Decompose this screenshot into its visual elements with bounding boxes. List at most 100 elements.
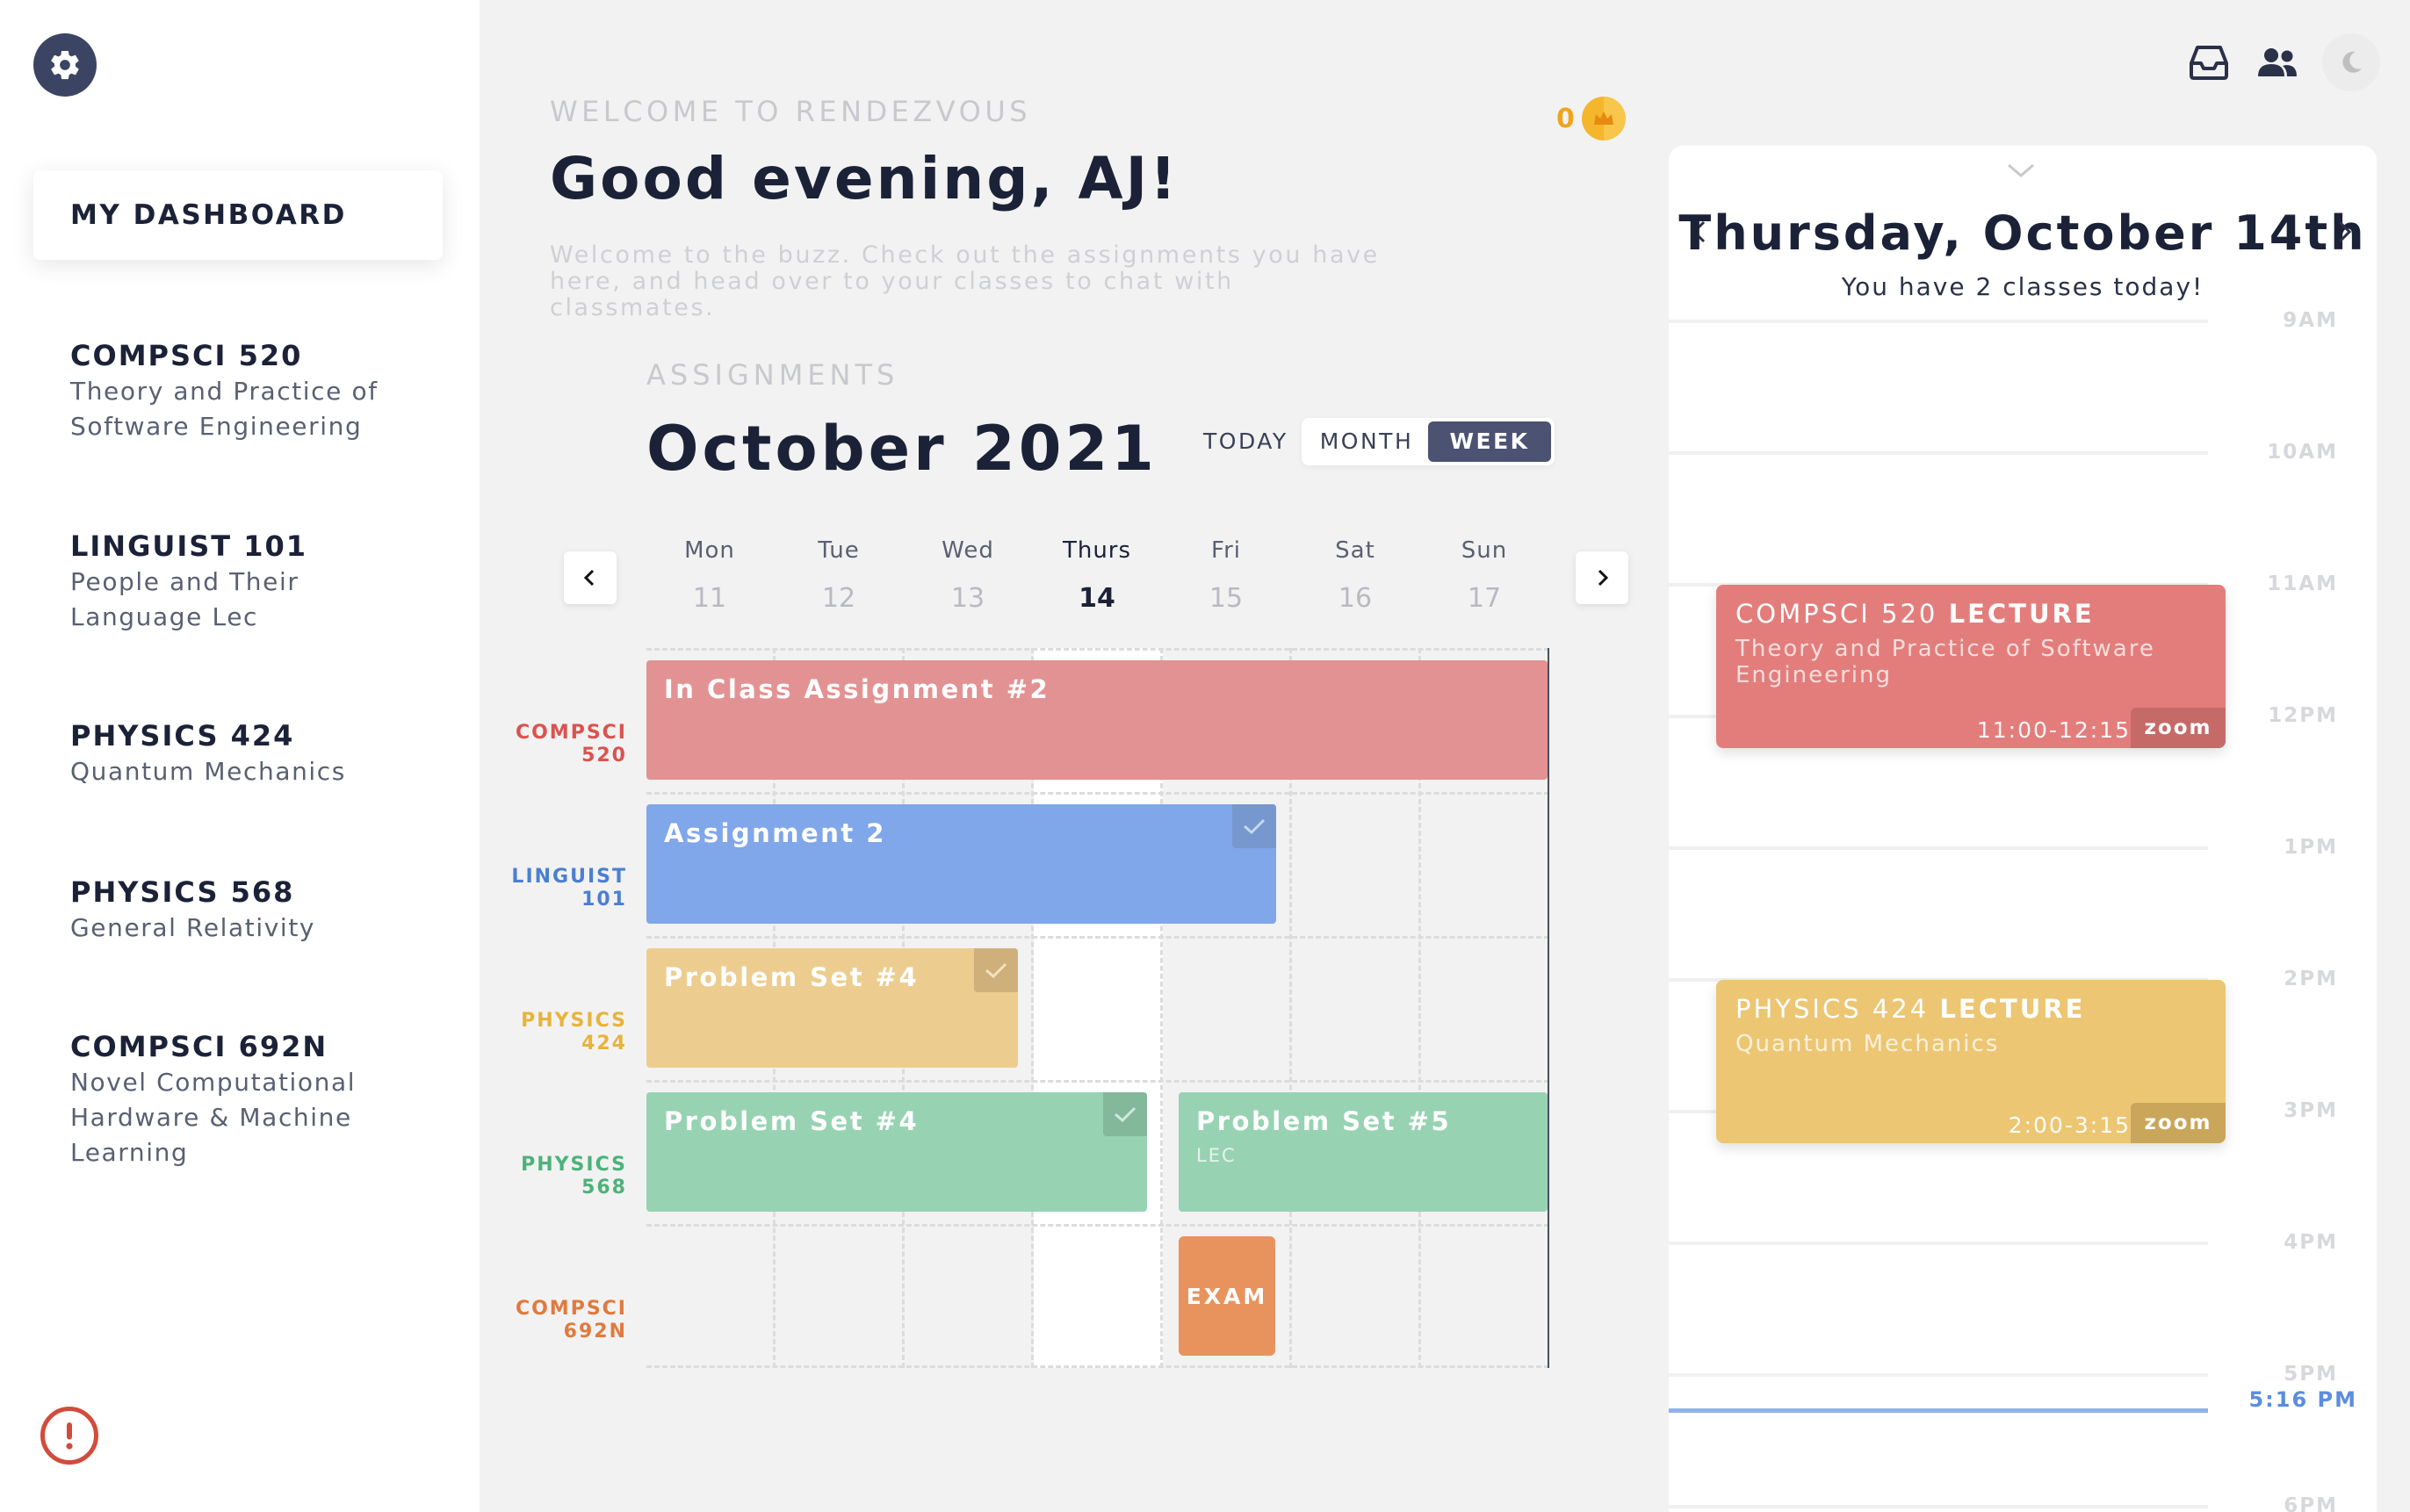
hour-line: [1669, 1373, 2208, 1377]
hour-label: 11AM: [2267, 572, 2338, 595]
course-name-line: Quantum Mechanics: [70, 757, 346, 786]
dark-mode-toggle[interactable]: [2322, 33, 2380, 91]
chevron-left-icon: [583, 569, 595, 587]
course-name-line: General Relativity: [70, 913, 316, 942]
row-label-line: 101: [581, 889, 627, 911]
week-grid: In Class Assignment #2 Assignment 2 Prob…: [646, 648, 1549, 1368]
row-label-compsci-520: COMPSCI 520: [492, 722, 627, 767]
course-compsci-692n[interactable]: COMPSCI 692N Novel Computational Hardwar…: [70, 1028, 457, 1170]
day-number: 16: [1338, 583, 1373, 614]
day-header-mon[interactable]: Mon 11: [646, 537, 774, 614]
grid-divider: [646, 1224, 1549, 1227]
grid-divider: [646, 936, 1549, 939]
month-view-button[interactable]: MONTH: [1305, 421, 1428, 462]
row-label-line: COMPSCI: [515, 722, 627, 744]
row-label-line: 692N: [563, 1321, 627, 1343]
coin-count: 0: [1556, 103, 1575, 134]
exam-label: EXAM: [1186, 1283, 1268, 1309]
people-icon: [2258, 48, 2297, 76]
row-label-line: 520: [581, 745, 627, 767]
grid-divider: [646, 792, 1549, 795]
panel-date-title: Thursday, October 14th: [1678, 205, 2367, 261]
course-name-line: Theory and Practice of: [70, 377, 379, 406]
greeting-title: Good evening, AJ!: [550, 145, 1180, 212]
course-code: PHYSICS 568: [70, 875, 295, 909]
hour-label: 1PM: [2284, 836, 2338, 859]
assignments-kicker: ASSIGNMENTS: [646, 358, 899, 392]
assignment-title: Assignment 2: [664, 818, 886, 848]
day-name: Thurs: [1062, 537, 1132, 564]
day-name: Tue: [818, 537, 860, 564]
inbox-icon: [2190, 46, 2228, 80]
coin-balance[interactable]: 0: [1556, 97, 1626, 140]
course-name-line: Language Lec: [70, 602, 259, 631]
row-label-physics-568: PHYSICS 568: [492, 1154, 627, 1199]
day-header-sun[interactable]: Sun 17: [1420, 537, 1548, 614]
assignment-card[interactable]: Problem Set #5 LEC: [1179, 1092, 1548, 1212]
welcome-description: Welcome to the buzz. Check out the assig…: [550, 241, 1380, 321]
day-name: Sun: [1461, 537, 1508, 564]
next-day-button[interactable]: [2333, 218, 2356, 246]
hour-label: 2PM: [2284, 968, 2338, 990]
next-week-button[interactable]: [1576, 551, 1628, 604]
row-label-compsci-692n: COMPSCI 692N: [492, 1298, 627, 1343]
hour-label: 9AM: [2283, 309, 2338, 332]
event-kind: LECTURE: [1939, 994, 2086, 1024]
friends-button[interactable]: [2252, 37, 2303, 88]
row-label-linguist-101: LINGUIST 101: [492, 866, 627, 911]
course-name-line: Hardware & Machine: [70, 1103, 352, 1132]
today-button[interactable]: TODAY: [1203, 428, 1288, 454]
week-view-button[interactable]: WEEK: [1428, 421, 1551, 462]
row-label-line: 568: [581, 1177, 627, 1199]
zoom-link[interactable]: zoom: [2131, 1103, 2226, 1143]
settings-button[interactable]: [33, 33, 97, 97]
complete-checkbox[interactable]: [1232, 804, 1276, 848]
row-label-line: PHYSICS: [521, 1154, 627, 1176]
day-header-wed[interactable]: Wed 13: [904, 537, 1032, 614]
assignment-card[interactable]: Problem Set #4: [646, 948, 1018, 1068]
event-description: Theory and Practice of Software Engineer…: [1735, 636, 2155, 688]
hour-line: [1669, 1242, 2208, 1245]
course-name-line: Learning: [70, 1138, 189, 1167]
current-time-label: 5:16 PM: [2248, 1387, 2357, 1412]
row-label-line: PHYSICS: [521, 1010, 627, 1032]
class-event-card[interactable]: COMPSCI 520 LECTURE Theory and Practice …: [1716, 585, 2226, 748]
hour-label: 6PM: [2284, 1494, 2338, 1512]
coin-icon: [1581, 97, 1626, 140]
grid-divider: [646, 1080, 1549, 1083]
course-name-line: Software Engineering: [70, 412, 363, 441]
previous-week-button[interactable]: [564, 551, 617, 604]
complete-checkbox[interactable]: [974, 948, 1018, 992]
day-name: Wed: [942, 537, 994, 564]
course-linguist-101[interactable]: LINGUIST 101 People and Their Language L…: [70, 528, 457, 635]
course-code: PHYSICS 424: [70, 719, 295, 752]
course-physics-568[interactable]: PHYSICS 568 General Relativity: [70, 874, 457, 946]
hour-label: 10AM: [2267, 441, 2338, 464]
view-toggle: MONTH WEEK: [1302, 418, 1555, 465]
assignment-title: Problem Set #4: [664, 1106, 920, 1136]
event-course: COMPSCI 520: [1735, 599, 1938, 629]
hour-line: [1669, 846, 2208, 850]
check-icon: [1244, 818, 1266, 835]
report-issue-button[interactable]: [40, 1407, 98, 1465]
day-header-sat[interactable]: Sat 16: [1291, 537, 1419, 614]
complete-checkbox[interactable]: [1103, 1092, 1147, 1136]
class-event-card[interactable]: PHYSICS 424 LECTURE Quantum Mechanics 2:…: [1716, 980, 2226, 1143]
course-compsci-520[interactable]: COMPSCI 520 Theory and Practice of Softw…: [70, 337, 457, 444]
exam-card[interactable]: EXAM: [1179, 1236, 1275, 1356]
assignment-card[interactable]: In Class Assignment #2: [646, 660, 1548, 780]
inbox-button[interactable]: [2183, 37, 2234, 88]
my-dashboard-link[interactable]: MY DASHBOARD: [33, 170, 443, 260]
assignment-card[interactable]: Problem Set #4: [646, 1092, 1147, 1212]
day-header-fri[interactable]: Fri 15: [1162, 537, 1290, 614]
chevron-down-icon[interactable]: [2006, 162, 2036, 179]
day-header-tue[interactable]: Tue 12: [775, 537, 903, 614]
my-dashboard-label: MY DASHBOARD: [70, 199, 347, 231]
course-physics-424[interactable]: PHYSICS 424 Quantum Mechanics: [70, 717, 457, 789]
day-header-thurs[interactable]: Thurs 14: [1033, 537, 1161, 614]
zoom-link[interactable]: zoom: [2131, 708, 2226, 748]
event-title: PHYSICS 424 LECTURE: [1735, 994, 2206, 1024]
course-name-line: Novel Computational: [70, 1068, 357, 1097]
grid-edge: [1548, 648, 1549, 1368]
assignment-card[interactable]: Assignment 2: [646, 804, 1276, 924]
